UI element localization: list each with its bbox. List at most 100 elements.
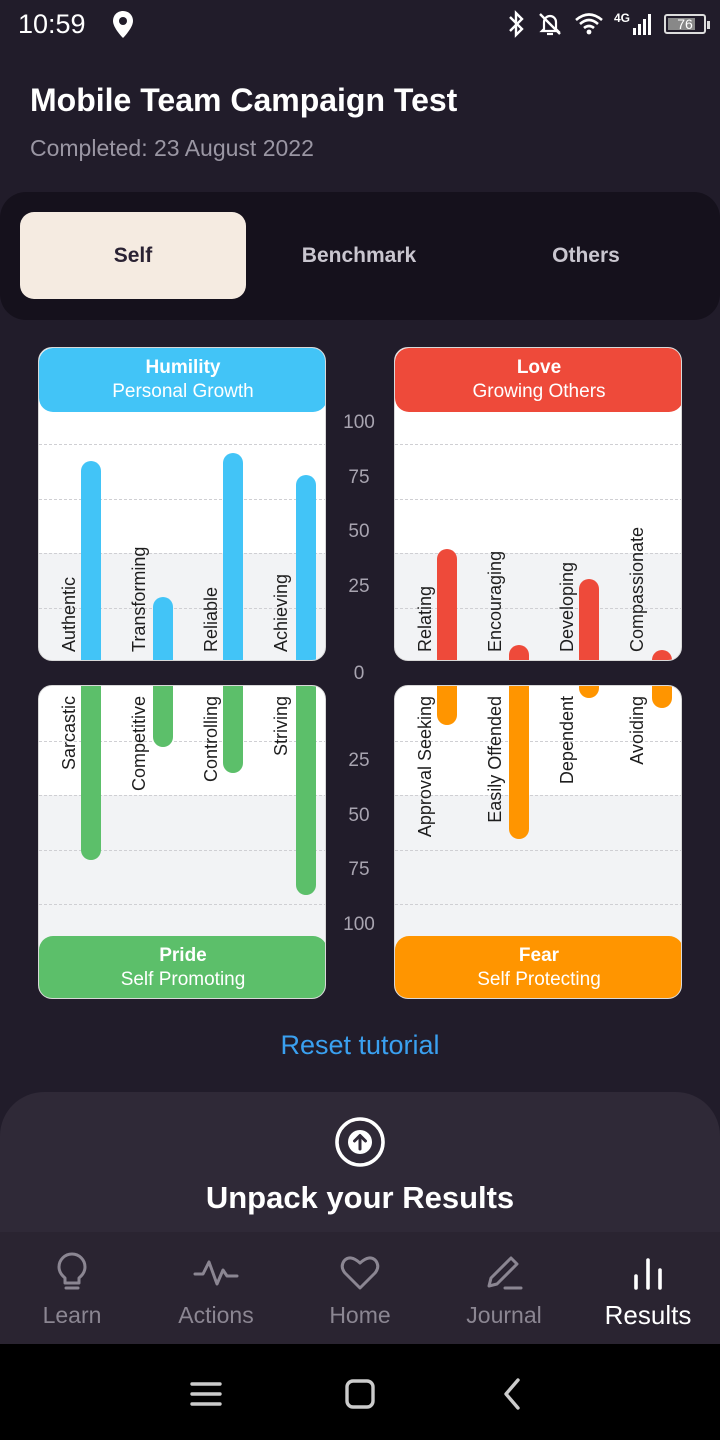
- battery-level: 76: [677, 16, 693, 32]
- gridline: [39, 904, 325, 905]
- nav-results[interactable]: Results: [576, 1232, 720, 1344]
- bar-label-authentic: Authentic: [59, 576, 79, 652]
- nav-journal-label: Journal: [466, 1302, 542, 1328]
- bar-label-reliable: Reliable: [201, 586, 221, 652]
- nav-home-label: Home: [329, 1302, 391, 1328]
- bar-label-compassionate: Compassionate: [627, 526, 647, 652]
- bar-label-easily-offended: Easily Offended: [485, 696, 505, 823]
- system-nav-bar: [0, 1344, 720, 1440]
- quadrant-fear: Approval Seeking Easily Offended Dependent…: [394, 685, 682, 999]
- bar-transforming: [153, 596, 173, 660]
- heart-icon: [340, 1256, 380, 1290]
- quadrant-title: Fear: [518, 945, 560, 966]
- bar-competitive: [153, 686, 173, 748]
- nav-actions[interactable]: Actions: [144, 1232, 288, 1344]
- bar-label-avoiding: Avoiding: [627, 696, 647, 765]
- bar-approval-seeking: [437, 686, 457, 726]
- completion-date: Completed: 23 August 2022: [30, 135, 314, 161]
- axis-tick-lower-50: 50: [348, 805, 370, 826]
- bluetooth-icon: [509, 10, 524, 38]
- bar-label-sarcastic: Sarcastic: [59, 696, 79, 771]
- bar-label-achieving: Achieving: [271, 573, 291, 652]
- battery-icon: 76: [664, 14, 710, 34]
- gridline: [395, 498, 681, 500]
- quadrant-header-love: Love Growing Others: [395, 348, 681, 412]
- bar-achieving: [296, 474, 316, 660]
- quadrant-subtitle: Growing Others: [472, 381, 606, 402]
- bar-compassionate: [652, 650, 672, 660]
- quadrant-subtitle: Self Promoting: [120, 969, 246, 990]
- bar-label-controlling: Controlling: [201, 696, 221, 783]
- reset-tutorial-link[interactable]: Reset tutorial: [0, 1030, 720, 1061]
- gridline: [395, 849, 681, 851]
- bar-developing: [579, 579, 599, 660]
- quadrant-pride: Sarcastic Competitive Controlling Striving P…: [38, 685, 326, 999]
- bar-striving: [296, 686, 316, 896]
- axis-tick-upper-25: 25: [348, 576, 370, 597]
- bar-easily-offended: [509, 686, 529, 839]
- bar-encouraging: [509, 644, 529, 660]
- tab-others[interactable]: Others: [473, 212, 699, 299]
- quadrant-header-pride: Pride Self Promoting: [39, 936, 325, 998]
- bar-authentic: [81, 461, 101, 660]
- bar-label-striving: Striving: [271, 696, 291, 757]
- unpack-results-title: Unpack your Results: [205, 1180, 515, 1215]
- bar-label-encouraging: Encouraging: [485, 550, 505, 652]
- home-square-icon[interactable]: [340, 1374, 380, 1414]
- bar-label-approval-seeking: Approval Seeking: [415, 696, 435, 838]
- gridline: [39, 444, 325, 445]
- tab-benchmark[interactable]: Benchmark: [246, 212, 472, 299]
- bar-relating: [437, 548, 457, 660]
- axis-tick-upper-50: 50: [348, 521, 370, 542]
- quadrant-title: Love: [516, 357, 562, 378]
- menu-icon[interactable]: [186, 1374, 226, 1414]
- nav-home[interactable]: Home: [288, 1232, 432, 1344]
- pulse-icon: [193, 1260, 239, 1286]
- nav-journal[interactable]: Journal: [432, 1232, 576, 1344]
- nav-actions-label: Actions: [178, 1302, 254, 1328]
- nav-learn[interactable]: Learn: [0, 1232, 144, 1344]
- quadrant-title: Pride: [159, 945, 207, 966]
- quadrant-subtitle: Self Protecting: [477, 969, 601, 990]
- bar-label-transforming: Transforming: [129, 546, 149, 652]
- quadrant-humility: Authentic Transforming Reliable Achieving Hu…: [38, 347, 326, 661]
- bar-reliable: [223, 452, 243, 660]
- nav-results-label: Results: [604, 1300, 692, 1330]
- axis-tick-upper-75: 75: [348, 467, 370, 488]
- quadrant-subtitle: Personal Growth: [112, 381, 254, 402]
- nav-learn-label: Learn: [42, 1302, 102, 1328]
- axis-tick-lower-25: 25: [348, 750, 370, 771]
- axis-tick-lower-75: 75: [348, 859, 370, 880]
- unpack-results-panel[interactable]: Unpack your Results: [0, 1092, 720, 1242]
- lightbulb-icon: [57, 1252, 87, 1290]
- quadrant-header-humility: Humility Personal Growth: [39, 348, 325, 412]
- quadrant-title: Humility: [145, 357, 221, 378]
- status-time: 10:59: [18, 9, 86, 39]
- back-icon[interactable]: [494, 1374, 534, 1414]
- bar-controlling: [223, 686, 243, 774]
- bottom-nav: Learn Actions Home Journal Results: [0, 1232, 720, 1344]
- axis-tick-lower-100: 100: [343, 914, 375, 935]
- gridline: [395, 904, 681, 905]
- bar-label-dependent: Dependent: [557, 696, 577, 785]
- page-title: Mobile Team Campaign Test: [30, 82, 458, 118]
- axis-tick-zero: 0: [353, 663, 365, 684]
- upload-circle-icon: [335, 1117, 385, 1167]
- gridline: [395, 444, 681, 445]
- network-type: 4G: [613, 11, 630, 25]
- gridline: [395, 795, 681, 796]
- bar-label-developing: Developing: [557, 561, 577, 652]
- bar-chart-icon: [634, 1258, 662, 1290]
- bar-label-competitive: Competitive: [129, 696, 149, 792]
- bar-avoiding: [652, 686, 672, 708]
- bar-label-relating: Relating: [415, 585, 435, 652]
- bell-off-icon: [539, 13, 561, 36]
- tab-self[interactable]: Self: [20, 212, 246, 299]
- pencil-icon: [487, 1256, 523, 1290]
- results-tabs: Self Benchmark Others: [0, 192, 720, 320]
- location-icon: [113, 11, 133, 38]
- status-bar: 10:59 4G 76: [0, 0, 720, 50]
- bar-sarcastic: [81, 686, 101, 861]
- quadrant-love: Relating Encouraging Developing Compassiona…: [394, 347, 682, 661]
- quadrant-header-fear: Fear Self Protecting: [395, 936, 681, 998]
